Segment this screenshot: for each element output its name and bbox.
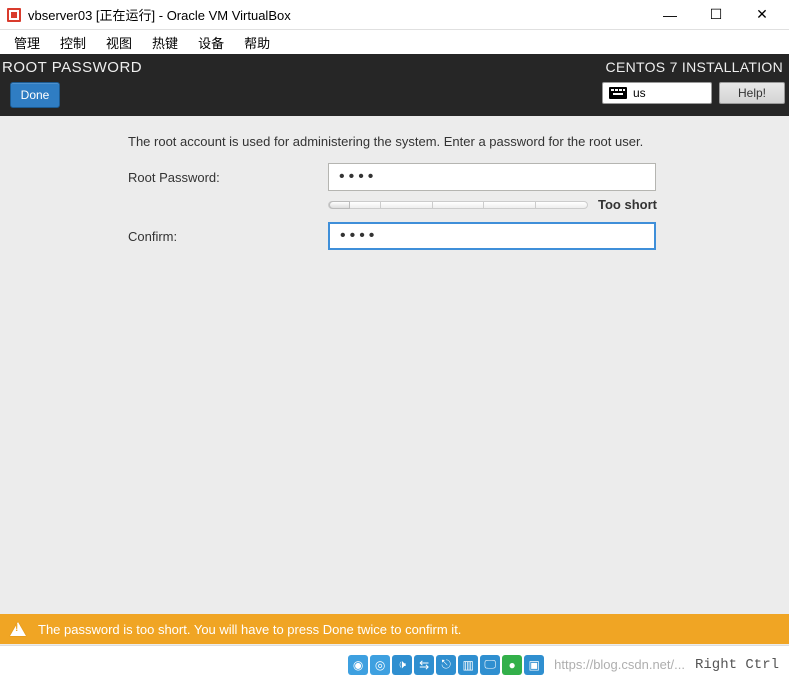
status-audio-icon[interactable]: 🕩 — [392, 655, 412, 675]
confirm-password-input[interactable] — [328, 222, 656, 250]
confirm-password-label: Confirm: — [0, 229, 328, 244]
minimize-button[interactable]: — — [647, 0, 693, 30]
keyboard-icon — [609, 87, 627, 99]
status-shared-icon[interactable]: ▥ — [458, 655, 478, 675]
keyboard-layout-label: us — [633, 86, 646, 100]
menu-help[interactable]: 帮助 — [234, 31, 280, 54]
help-button[interactable]: Help! — [719, 82, 785, 104]
menu-control[interactable]: 控制 — [50, 31, 96, 54]
keyboard-layout-indicator[interactable]: us — [602, 82, 712, 104]
maximize-button[interactable]: ☐ — [693, 0, 739, 30]
status-network-icon[interactable]: ⇆ — [414, 655, 434, 675]
warning-text: The password is too short. You will have… — [38, 622, 461, 637]
done-button[interactable]: Done — [10, 82, 60, 108]
root-password-label: Root Password: — [0, 170, 328, 185]
window-controls: — ☐ ✕ — [647, 0, 785, 30]
menu-hotkeys[interactable]: 热键 — [142, 31, 188, 54]
vm-statusbar: ◉◎🕩⇆⎋▥🖵●▣ https://blog.csdn.net/... Righ… — [0, 645, 789, 683]
status-disk-icon[interactable]: ◉ — [348, 655, 368, 675]
root-password-row: Root Password: — [0, 163, 789, 191]
window-titlebar: vbserver03 [正在运行] - Oracle VM VirtualBox… — [0, 0, 789, 30]
menu-view[interactable]: 视图 — [96, 31, 142, 54]
root-password-input[interactable] — [328, 163, 656, 191]
installer-header: ROOT PASSWORD CENTOS 7 INSTALLATION Done… — [0, 54, 789, 116]
warning-icon — [10, 622, 26, 636]
password-strength-row: Too short — [0, 197, 789, 212]
confirm-password-row: Confirm: — [0, 222, 789, 250]
close-button[interactable]: ✕ — [739, 0, 785, 30]
status-display-icon[interactable]: 🖵 — [480, 655, 500, 675]
status-usb-icon[interactable]: ⎋ — [436, 655, 456, 675]
password-strength-label: Too short — [598, 197, 657, 212]
description-text: The root account is used for administeri… — [128, 134, 789, 149]
installer-brand: CENTOS 7 INSTALLATION — [606, 59, 783, 75]
content-area: The root account is used for administeri… — [0, 116, 789, 646]
watermark-text: https://blog.csdn.net/... — [554, 657, 685, 672]
warning-bar: The password is too short. You will have… — [0, 614, 789, 644]
app-icon — [6, 7, 22, 23]
host-key-indicator: Right Ctrl — [695, 657, 783, 673]
status-icons: ◉◎🕩⇆⎋▥🖵●▣ — [348, 655, 544, 675]
status-recording-icon[interactable]: ● — [502, 655, 522, 675]
menu-devices[interactable]: 设备 — [188, 31, 234, 54]
status-optical-icon[interactable]: ◎ — [370, 655, 390, 675]
window-title: vbserver03 [正在运行] - Oracle VM VirtualBox — [28, 5, 291, 24]
menubar: 管理 控制 视图 热键 设备 帮助 — [0, 30, 789, 54]
status-cpu-icon[interactable]: ▣ — [524, 655, 544, 675]
page-title: ROOT PASSWORD — [0, 54, 148, 76]
menu-manage[interactable]: 管理 — [4, 31, 50, 54]
password-strength-meter — [328, 201, 588, 209]
